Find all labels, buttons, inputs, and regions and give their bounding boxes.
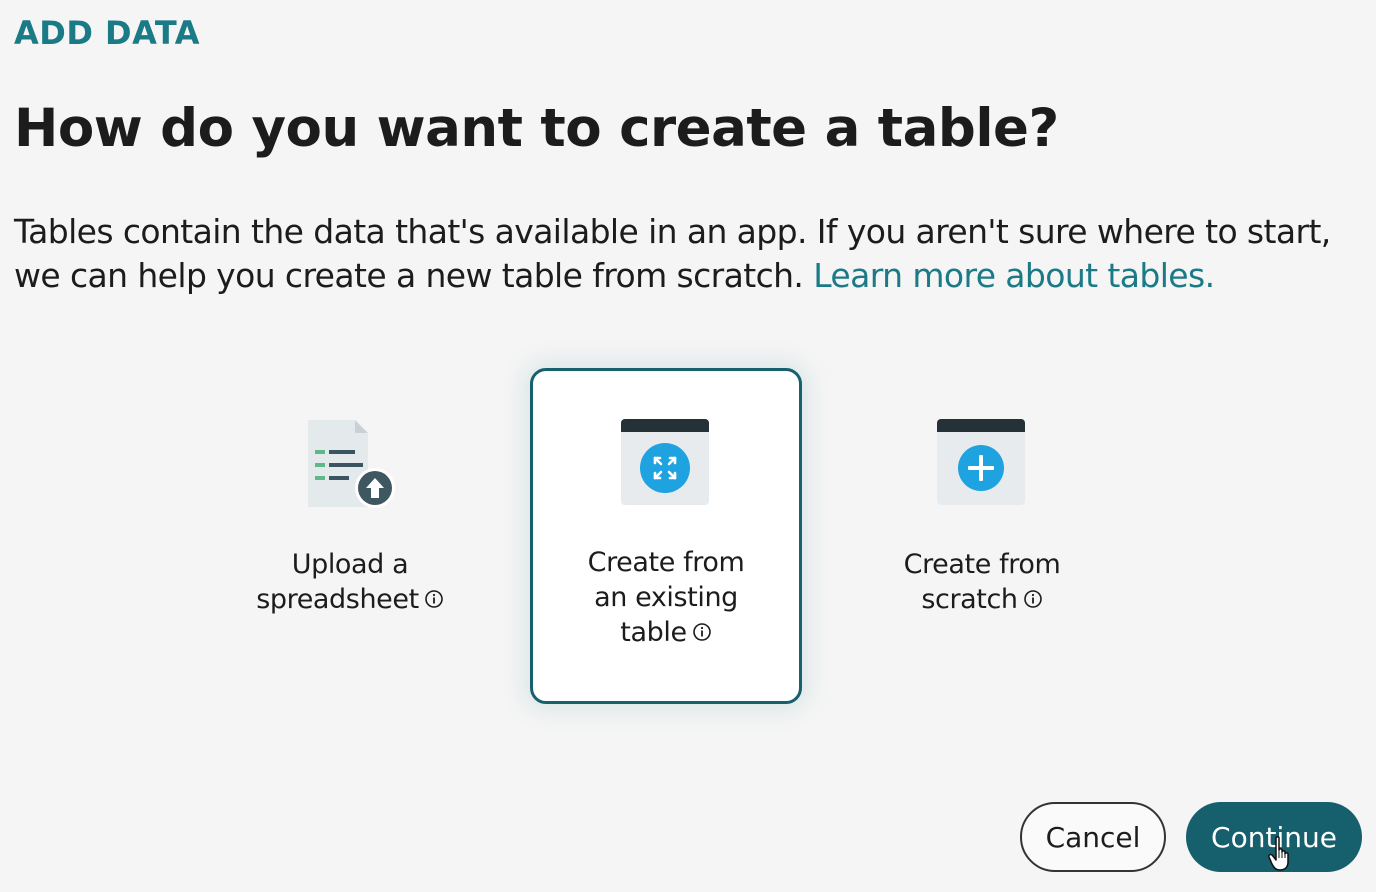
dialog-eyebrow: ADD DATA (14, 14, 200, 52)
info-icon[interactable] (424, 589, 444, 609)
info-icon[interactable] (1023, 589, 1043, 609)
option-label: Upload a spreadsheet (217, 547, 483, 617)
add-table-icon (937, 419, 1025, 505)
hand-cursor-icon (1268, 836, 1289, 871)
spreadsheet-upload-icon (308, 420, 395, 508)
option-upload-spreadsheet[interactable]: Upload a spreadsheet (214, 368, 486, 704)
description-line-1: Tables contain the data that's available… (14, 212, 1331, 251)
info-icon[interactable] (692, 622, 712, 642)
page-title: How do you want to create a table? (14, 98, 1059, 159)
description: Tables contain the data that's available… (14, 210, 1364, 298)
description-line-2: we can help you create a new table from … (14, 256, 804, 295)
option-existing-table[interactable]: Create from an existing table (530, 368, 802, 704)
learn-more-link[interactable]: Learn more about tables. (813, 256, 1215, 295)
cancel-button[interactable]: Cancel (1020, 802, 1166, 872)
option-label: Create from an existing table (587, 547, 745, 648)
expand-table-icon (621, 419, 709, 505)
option-label: Create from scratch (903, 549, 1061, 615)
option-create-from-scratch[interactable]: Create from scratch (846, 368, 1118, 704)
